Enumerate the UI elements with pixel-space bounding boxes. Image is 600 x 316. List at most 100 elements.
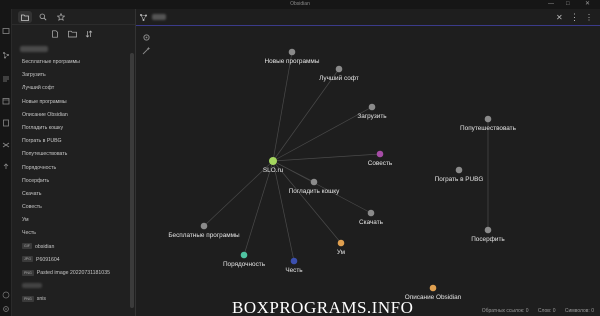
file-item[interactable]: PNG snis — [12, 293, 130, 306]
graph-node-mind[interactable] — [337, 239, 345, 247]
settings-icon[interactable] — [2, 305, 10, 313]
file-item[interactable]: Совесть — [12, 201, 130, 214]
file-item[interactable]: Новые программы — [12, 96, 130, 109]
file-item[interactable]: Посерфить — [12, 175, 130, 188]
graph-node-cat[interactable] — [310, 178, 318, 186]
close-window-button[interactable]: ✕ — [585, 0, 590, 9]
file-extension-badge: JPG — [22, 256, 33, 263]
graph-node-label: Попутешествовать — [460, 125, 517, 132]
char-count: Символов: 0 — [564, 308, 594, 314]
file-extension-badge: GIF — [22, 243, 32, 250]
graph-node-pubg[interactable] — [455, 166, 463, 174]
file-explorer-tab[interactable] — [18, 11, 32, 23]
maximize-button[interactable]: □ — [566, 0, 570, 9]
title-bar: Obsidian — □ ✕ — [0, 0, 600, 9]
file-extension-badge: PNG — [22, 269, 34, 276]
command-icon[interactable] — [2, 75, 10, 83]
graph-node-travel[interactable] — [484, 115, 492, 123]
graph-svg: SLO.ru Новые программы Лучший софт Загрузит… — [168, 48, 517, 301]
graph-view-tab-icon[interactable] — [138, 12, 149, 23]
file-item[interactable] — [12, 280, 130, 293]
file-label: Совесть — [22, 204, 42, 211]
expand-button[interactable]: ⋮ — [585, 11, 593, 24]
graph-node-conscience[interactable] — [376, 150, 384, 158]
file-label: P6091604 — [36, 256, 60, 263]
graph-node-label: Загрузить — [357, 113, 387, 120]
file-item[interactable]: Ум — [12, 214, 130, 227]
file-item[interactable]: Попутешествовать — [12, 148, 130, 161]
file-item[interactable]: JPG P6091604 — [12, 254, 130, 267]
help-icon[interactable] — [2, 291, 10, 299]
file-label: Лучший софт — [22, 85, 55, 92]
file-item[interactable]: Загрузить — [12, 69, 130, 82]
graph-node-decency[interactable] — [240, 251, 248, 259]
graph-canvas[interactable]: SLO.ru Новые программы Лучший софт Загрузит… — [136, 27, 600, 307]
file-item[interactable]: Скачать — [12, 188, 130, 201]
graph-node-label: Новые программы — [265, 58, 320, 65]
window-title: Obsidian — [290, 1, 310, 7]
graph-node-free[interactable] — [200, 222, 208, 230]
publish-icon[interactable] — [2, 163, 10, 171]
graph-edge — [272, 153, 381, 162]
file-item[interactable]: Описание Obsidian — [12, 109, 130, 122]
file-item[interactable]: Погладить кошку — [12, 122, 130, 135]
vault-name-redacted — [20, 46, 48, 52]
file-label: Скачать — [22, 190, 42, 197]
file-explorer-icon — [21, 14, 29, 21]
file-label: Попутешествовать — [22, 151, 68, 158]
template-icon[interactable] — [2, 119, 10, 127]
file-item[interactable]: Пограть в PUBG — [12, 135, 130, 148]
watermark: BOXPROGRAMS.INFO — [232, 298, 414, 316]
star-icon — [57, 13, 65, 21]
file-item[interactable]: Честь — [12, 227, 130, 240]
sort-button[interactable] — [84, 29, 94, 39]
word-count: Слов: 0 — [537, 308, 556, 314]
graph-node-load[interactable] — [368, 103, 376, 111]
file-label: Посерфить — [22, 177, 50, 184]
file-actions — [12, 25, 135, 43]
new-note-button[interactable] — [50, 29, 60, 39]
file-list: Бесплатные программы Загрузить Лучший софт… — [12, 56, 130, 307]
graph-node-label: Погладить кошку — [289, 188, 340, 195]
ribbon — [0, 9, 12, 316]
graph-node-slo[interactable] — [269, 157, 277, 165]
close-view-button[interactable]: ✕ — [556, 11, 563, 24]
file-item[interactable]: Бесплатные программы — [12, 56, 130, 69]
more-options-button[interactable]: ⋮ — [570, 11, 579, 24]
file-label: Честь — [22, 230, 37, 237]
file-label: Загрузить — [22, 72, 46, 79]
daily-note-icon[interactable] — [2, 97, 10, 105]
file-label: Описание Obsidian — [22, 111, 68, 118]
starred-tab[interactable] — [54, 11, 68, 23]
graph-node-best[interactable] — [335, 65, 343, 73]
graph-edge — [272, 160, 342, 244]
minimize-button[interactable]: — — [548, 0, 554, 9]
graph-icon — [140, 14, 147, 21]
graph-node-surf[interactable] — [484, 226, 492, 234]
file-item[interactable]: GIF obsidian — [12, 241, 130, 254]
search-tab[interactable] — [36, 11, 50, 23]
file-item[interactable]: PNG Pasted image 20220731181035 — [12, 267, 130, 280]
sidebar: Бесплатные программы Загрузить Лучший софт… — [12, 9, 136, 316]
graph-node-label: SLO.ru — [263, 167, 284, 174]
file-extension-badge: PNG — [22, 296, 34, 302]
graph-node-obs[interactable] — [429, 284, 437, 292]
new-folder-button[interactable] — [67, 29, 77, 39]
random-note-icon[interactable] — [2, 141, 10, 149]
graph-node-label: Совесть — [368, 160, 393, 167]
graph-node-label: Порядочность — [223, 261, 266, 268]
graph-icon[interactable] — [2, 51, 10, 59]
graph-edge — [272, 68, 340, 162]
status-bar: Обратных ссылок: 0 Слов: 0 Символов: 0 — [450, 307, 600, 316]
sidebar-scrollbar[interactable] — [130, 53, 134, 308]
graph-node-download[interactable] — [367, 209, 375, 217]
new-note-icon — [52, 30, 58, 38]
view-title-redacted — [152, 14, 166, 20]
open-vault-icon[interactable] — [2, 27, 10, 35]
file-item[interactable]: Лучший софт — [12, 82, 130, 95]
graph-node-honor[interactable] — [290, 257, 298, 265]
file-item[interactable]: Порядочность — [12, 162, 130, 175]
graph-node-new[interactable] — [288, 48, 296, 56]
file-label: obsidian — [35, 243, 55, 250]
view-header: ⋮ ✕ ⋮ — [136, 9, 600, 26]
